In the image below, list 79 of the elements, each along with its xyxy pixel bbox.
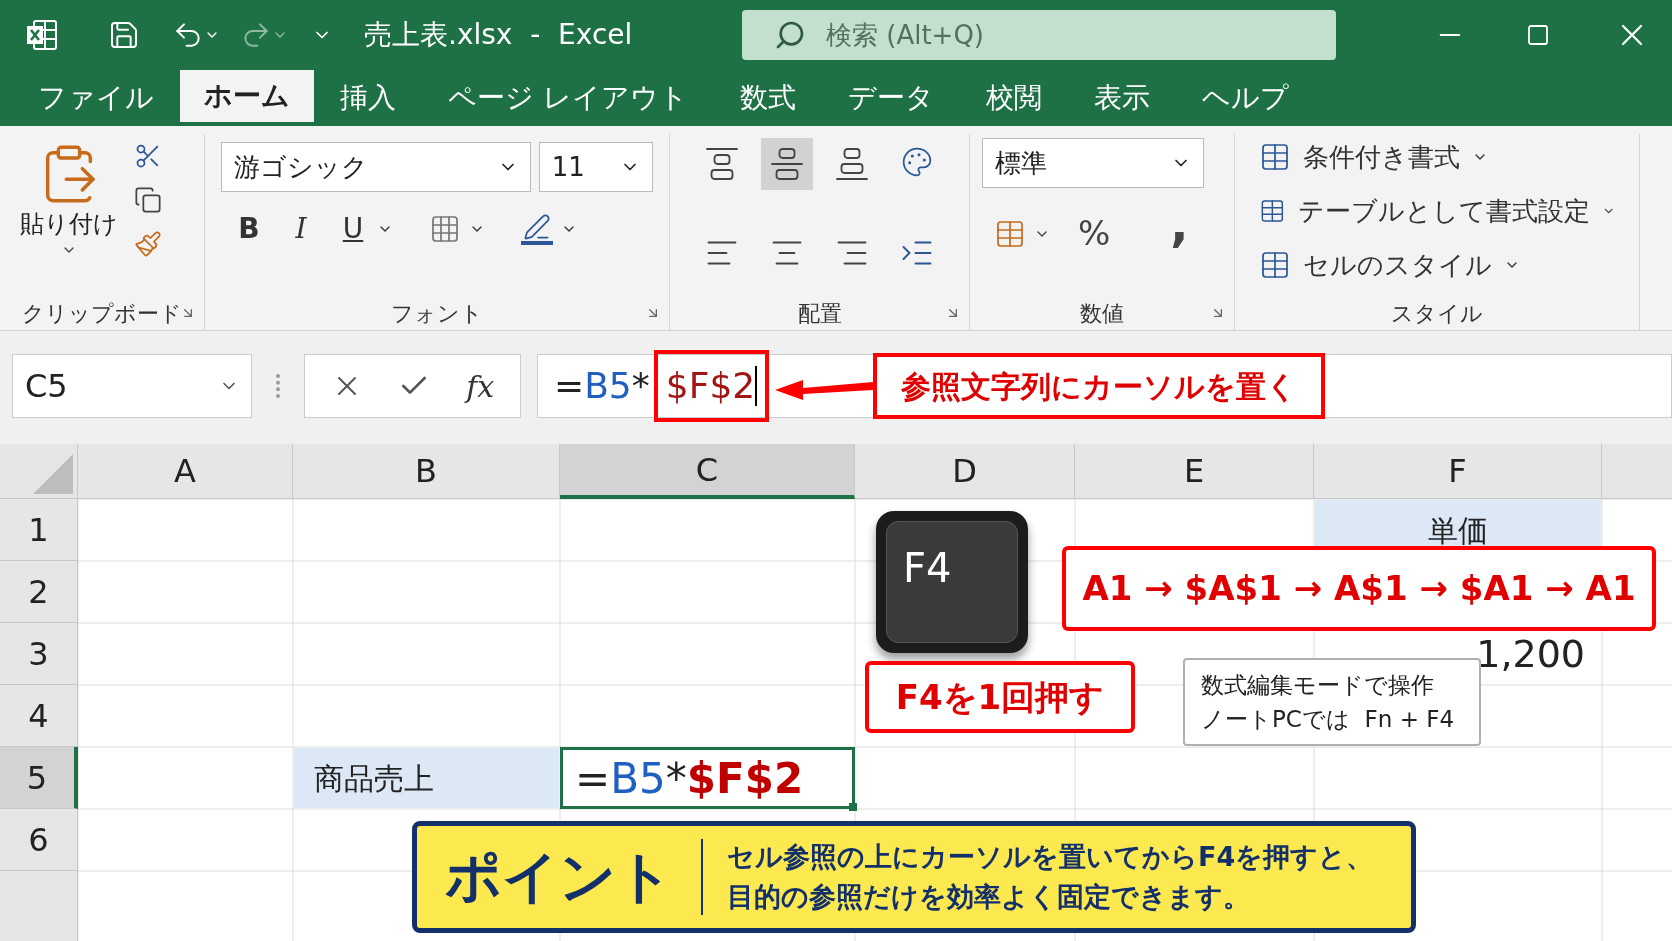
press-callout: F4を1回押す — [865, 661, 1135, 733]
active-cell[interactable]: =B5*$F$2 — [560, 747, 855, 809]
group-label: クリップボード — [22, 299, 182, 328]
row-header[interactable]: 6 — [0, 809, 78, 871]
name-box[interactable]: C5 — [12, 354, 252, 418]
number-format-dropdown[interactable]: 標準 — [982, 138, 1204, 188]
group-label: スタイル — [1391, 299, 1483, 328]
copy-icon[interactable] — [134, 186, 162, 214]
save-icon[interactable] — [108, 19, 140, 51]
formula-text: * — [631, 364, 650, 408]
group-label: 配置 — [797, 299, 842, 328]
style-menu-button[interactable]: セルのスタイル — [1259, 242, 1615, 288]
column-header[interactable]: D — [855, 444, 1075, 499]
point-text: セル参照の上にカーソルを置いてからF4を押すと、 — [727, 839, 1374, 874]
row-header[interactable]: 1 — [0, 499, 78, 561]
ribbon-tab[interactable]: 挿入 — [314, 70, 422, 126]
spreadsheet-logo-icon — [24, 17, 60, 53]
comma-button[interactable]: , — [1170, 199, 1189, 248]
tip-text: ノートPCでは Fn + F4 — [1201, 705, 1456, 734]
formula-text: $F$ — [665, 364, 733, 408]
style-menu-button[interactable]: テーブルとして書式設定 — [1259, 188, 1615, 234]
format-painter-icon[interactable] — [134, 230, 162, 258]
drag-handle-icon[interactable] — [276, 374, 280, 398]
table-cell-text: 1,200 — [1475, 630, 1586, 678]
middle-align-button[interactable] — [761, 138, 814, 190]
formula-callout: 参照文字列にカーソルを置く — [873, 353, 1326, 419]
maximize-icon[interactable] — [1526, 23, 1550, 47]
ribbon-tab[interactable]: 校閲 — [959, 70, 1068, 126]
insert-function-button[interactable]: fx — [466, 363, 495, 409]
ribbon-tab[interactable]: ヘルプ — [1175, 70, 1315, 126]
group-label: 数値 — [1080, 299, 1124, 328]
key-label: F4 — [903, 545, 952, 591]
formula-text: = — [575, 752, 611, 805]
formula-text: * — [665, 752, 687, 805]
bold-button[interactable]: B — [233, 208, 265, 250]
ribbon-tab[interactable]: 表示 — [1067, 70, 1176, 126]
middle-align-icon — [769, 146, 806, 182]
style-menu-button[interactable]: 条件付き書式 — [1259, 134, 1615, 180]
italic-button[interactable]: I — [285, 208, 317, 250]
point-title: ポイント — [444, 843, 674, 911]
window-title: 売上表.xlsx - Excel — [364, 17, 634, 53]
cycle-callout: A1 → $A$1 → A$1 → $A1 → A1 — [1062, 546, 1656, 631]
column-header[interactable]: A — [78, 444, 293, 499]
top-align-icon[interactable] — [704, 146, 741, 182]
borders-icon[interactable] — [429, 213, 461, 245]
percent-button[interactable]: % — [1078, 208, 1111, 259]
font-name-dropdown[interactable]: 游ゴシック — [221, 142, 531, 192]
paste-label[interactable]: 貼り付け — [20, 206, 118, 242]
tip-text: 数式編集モードで操作 — [1201, 670, 1435, 700]
ribbon-tab[interactable]: ページ レイアウト — [422, 70, 714, 126]
table-style-icon — [1259, 249, 1291, 281]
column-header[interactable]: F — [1314, 444, 1602, 499]
search-icon — [774, 19, 806, 51]
row-header[interactable]: 4 — [0, 685, 78, 747]
ribbon-tab[interactable]: 数式 — [713, 70, 822, 126]
underline-button[interactable]: U — [337, 208, 369, 250]
column-header[interactable]: E — [1075, 444, 1314, 499]
row-header[interactable]: 3 — [0, 623, 78, 685]
fill-handle[interactable] — [849, 803, 857, 811]
column-header[interactable]: B — [293, 444, 560, 499]
ribbon-tab[interactable]: ファイル — [12, 70, 180, 126]
font-color-icon[interactable] — [521, 213, 553, 245]
formula-text: B5 — [584, 364, 632, 408]
row-header[interactable]: 2 — [0, 561, 78, 623]
text-cursor — [755, 366, 758, 406]
formula-text: 2 — [732, 364, 756, 408]
font-size-dropdown[interactable]: 11 — [538, 142, 653, 192]
formula-text: $F$2 — [686, 752, 804, 805]
table-style-icon — [1259, 141, 1291, 173]
bottom-align-icon[interactable] — [833, 146, 870, 182]
formula-text: B5 — [610, 752, 666, 805]
search-field[interactable]: 検索 (Alt+Q) — [742, 10, 1336, 60]
group-label: フォント — [391, 299, 483, 328]
point-text: 目的の参照だけを効率よく固定できます。 — [727, 880, 1251, 914]
column-header[interactable]: C — [560, 444, 855, 499]
formula-text: = — [554, 364, 585, 408]
ribbon-tab[interactable]: データ — [821, 70, 960, 126]
table-cell: 商品売上 — [294, 748, 559, 808]
row-header[interactable]: 5 — [0, 747, 78, 809]
